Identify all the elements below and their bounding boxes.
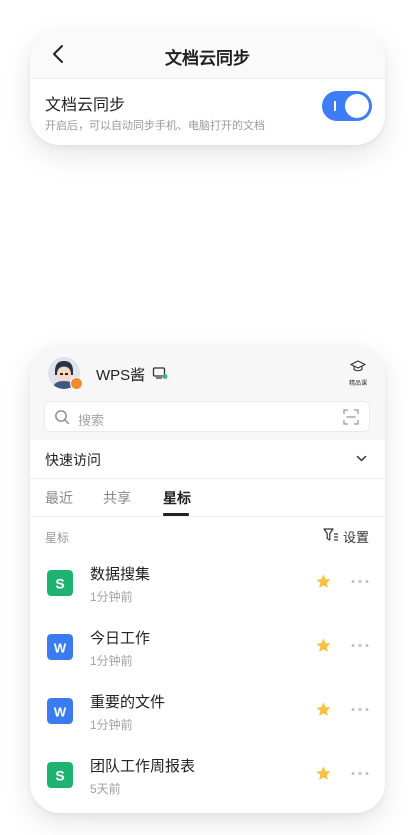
pc-online-icon: [152, 367, 168, 379]
tab-recent[interactable]: 最近: [45, 488, 73, 508]
file-tabs: 最近 共享 星标: [30, 479, 385, 517]
cloud-sync-label: 文档云同步: [45, 97, 126, 114]
tab-shared[interactable]: 共享: [103, 488, 131, 508]
svg-text:S: S: [55, 576, 64, 592]
toggle-knob: [345, 94, 369, 118]
wps-home-card: WPS酱 精品课 搜索 快速访问 最近 共享 星标 星标 设置 S 数据搜集 1…: [30, 345, 385, 813]
cloud-sync-description: 开启后，可以自动同步手机、电脑打开的文档: [45, 120, 265, 132]
scan-icon[interactable]: [343, 409, 359, 425]
section-label: 星标: [45, 531, 70, 545]
spreadsheet-file-icon: S: [47, 570, 73, 596]
file-time: 1分钟前: [90, 718, 133, 732]
file-row[interactable]: S 数据搜集 1分钟前: [30, 557, 385, 621]
star-icon[interactable]: [315, 765, 332, 782]
settings-label: 设置: [343, 530, 370, 545]
filter-settings-button[interactable]: 设置: [323, 526, 371, 545]
quick-access-label: 快速访问: [45, 452, 101, 468]
star-icon[interactable]: [315, 701, 332, 718]
star-icon[interactable]: [315, 637, 332, 654]
active-tab-indicator: [163, 513, 189, 516]
premium-course-button[interactable]: 精品课: [345, 360, 371, 387]
toggle-on-mark: [334, 101, 336, 111]
svg-text:W: W: [54, 641, 67, 656]
quick-access-row[interactable]: 快速访问: [30, 440, 385, 479]
search-input[interactable]: 搜索: [44, 401, 370, 432]
more-options-icon[interactable]: [350, 765, 370, 782]
cloud-sync-setting-row: 文档云同步 开启后，可以自动同步手机、电脑打开的文档: [30, 79, 385, 145]
file-name: 今日工作: [90, 630, 151, 647]
file-time: 5天前: [90, 782, 121, 796]
file-row[interactable]: W 重要的文件 1分钟前: [30, 685, 385, 749]
star-icon[interactable]: [315, 573, 332, 590]
more-options-icon[interactable]: [350, 573, 370, 590]
tab-starred[interactable]: 星标: [163, 488, 191, 508]
cloud-sync-card: 文档云同步 文档云同步 开启后，可以自动同步手机、电脑打开的文档: [30, 30, 385, 145]
graduation-cap-icon: [349, 360, 367, 372]
more-options-icon[interactable]: [350, 637, 370, 654]
filter-icon: [323, 528, 338, 541]
more-options-icon[interactable]: [350, 701, 370, 718]
file-name: 团队工作周报表: [90, 758, 196, 775]
file-row[interactable]: S 团队工作周报表 5天前: [30, 749, 385, 813]
spreadsheet-file-icon: S: [47, 762, 73, 788]
member-badge-icon: [70, 377, 83, 390]
file-name: 重要的文件: [90, 694, 166, 711]
file-time: 1分钟前: [90, 590, 133, 604]
home-header: WPS酱 精品课 搜索: [30, 345, 385, 440]
document-file-icon: W: [47, 698, 73, 724]
document-file-icon: W: [47, 634, 73, 660]
page-title: 文档云同步: [165, 49, 250, 68]
cloud-sync-header: 文档云同步: [30, 30, 385, 79]
username: WPS酱: [96, 367, 146, 384]
cloud-sync-toggle[interactable]: [322, 91, 372, 121]
chevron-down-icon: [356, 455, 367, 462]
search-placeholder: 搜索: [78, 413, 105, 428]
premium-course-label: 精品课: [348, 381, 367, 387]
file-name: 数据搜集: [90, 566, 151, 583]
svg-text:S: S: [55, 768, 64, 784]
file-time: 1分钟前: [90, 654, 133, 668]
svg-text:W: W: [54, 705, 67, 720]
file-row[interactable]: W 今日工作 1分钟前: [30, 621, 385, 685]
search-icon: [55, 410, 70, 425]
